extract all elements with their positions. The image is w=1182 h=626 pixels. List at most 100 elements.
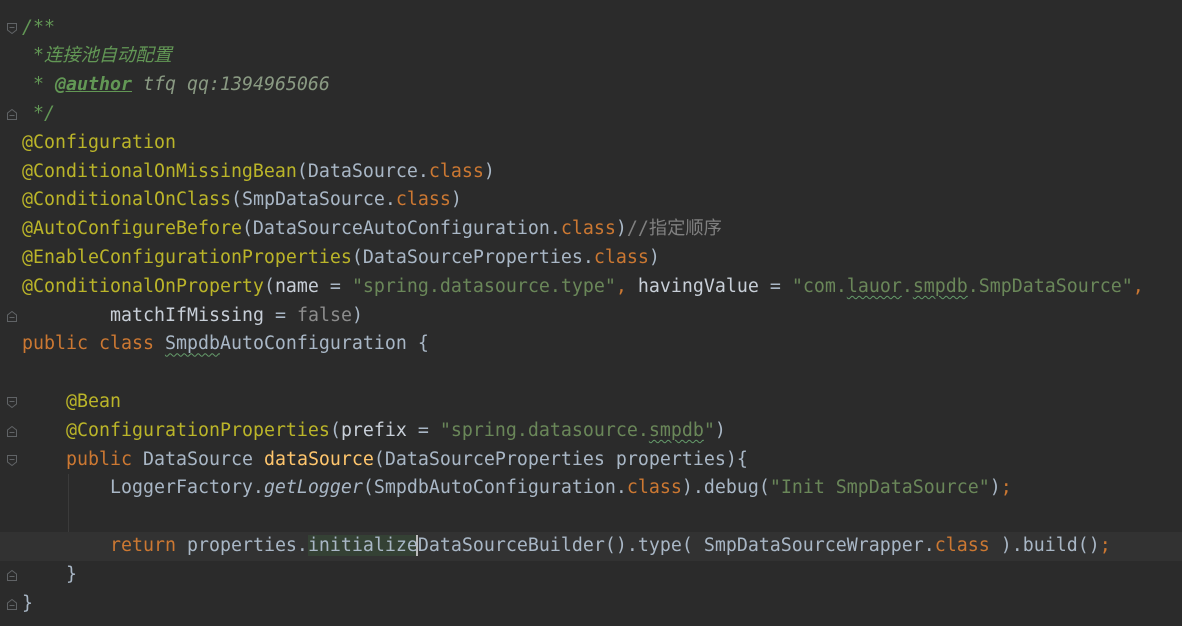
code-line-text[interactable]: @Bean [22,388,121,417]
code-token[interactable]: smpdb [913,276,968,297]
code-line-text[interactable]: @ConditionalOnProperty(name = "spring.da… [22,273,1144,302]
code-token[interactable]: class [935,535,990,556]
code-token[interactable]: (DataSourceProperties properties){ [374,449,748,470]
code-token[interactable]: (DataSource. [297,161,429,182]
code-token[interactable]: "spring.datasource.type" [352,276,616,297]
code-token[interactable]: ).debug( [682,477,770,498]
code-token[interactable]: tfq qq:1394965066 [132,74,330,95]
code-line-text[interactable]: public class SmpdbAutoConfiguration { [22,330,429,359]
code-token[interactable]: } [22,564,77,585]
code-line-text[interactable]: @Configuration [22,129,176,158]
code-token[interactable] [22,535,110,556]
code-token[interactable] [88,333,99,354]
code-token[interactable]: = [407,420,440,441]
code-token[interactable]: class [429,161,484,182]
fold-end-icon[interactable] [7,425,17,437]
code-line-text[interactable]: } [22,561,77,590]
code-token[interactable]: (DataSourceProperties. [352,247,594,268]
code-line[interactable]: @EnableConfigurationProperties(DataSourc… [0,244,1182,273]
code-token[interactable]: } [22,593,33,614]
code-token[interactable]: DataSourceBuilder [418,535,605,556]
code-token[interactable]: LoggerFactory. [22,477,264,498]
fold-end-icon[interactable] [7,310,17,322]
code-token[interactable]: @ConditionalOnProperty [22,276,264,297]
code-line-text[interactable]: matchIfMissing = false) [22,302,363,331]
code-token[interactable]: DataSource [132,449,264,470]
code-token[interactable]: @AutoConfigureBefore [22,218,242,239]
code-token[interactable] [627,276,638,297]
code-token[interactable]: "spring.datasource. [440,420,649,441]
fold-start-icon[interactable] [7,396,17,408]
code-line-text[interactable]: } [22,590,33,619]
code-token[interactable] [22,420,66,441]
code-token[interactable]: "com. [792,276,847,297]
code-token[interactable]: properties. [176,535,308,556]
code-line-text[interactable]: return properties.initializeDataSourceBu… [22,532,1111,561]
code-line[interactable]: * @author tfq qq:1394965066 [0,71,1182,100]
code-token[interactable]: class [99,333,154,354]
code-line[interactable]: @Configuration [0,129,1182,158]
code-token[interactable]: * [22,74,55,95]
code-line-text[interactable]: /** [22,14,55,43]
code-token[interactable]: (SmpDataSource. [231,189,396,210]
code-line-text[interactable]: public DataSource dataSource(DataSourceP… [22,446,748,475]
code-token[interactable]: public [66,449,132,470]
code-line[interactable]: */ [0,100,1182,129]
code-line[interactable]: } [0,561,1182,590]
code-token[interactable]: ().type( SmpDataSourceWrapper. [605,535,935,556]
code-token[interactable]: ( [330,420,341,441]
code-token[interactable]: lauor [847,276,902,297]
code-token[interactable]: class [561,218,616,239]
code-token[interactable]: .SmpDataSource" [968,276,1133,297]
code-token[interactable]: class [594,247,649,268]
code-line-text[interactable]: @ConditionalOnClass(SmpDataSource.class) [22,186,462,215]
code-line[interactable]: @ConditionalOnMissingBean(DataSource.cla… [0,158,1182,187]
code-token[interactable]: = [759,276,792,297]
code-token[interactable]: class [627,477,682,498]
code-area[interactable]: /** *连接池自动配置 * @author tfq qq:1394965066… [0,14,1182,619]
code-line[interactable]: @ConfigurationProperties(prefix = "sprin… [0,417,1182,446]
highlighted-identifier[interactable]: initialize [307,534,418,556]
code-token[interactable]: return [110,535,176,556]
code-token[interactable]: prefix [341,420,407,441]
code-line[interactable]: public class SmpdbAutoConfiguration { [0,330,1182,359]
code-token[interactable]: ) [451,189,462,210]
code-token[interactable] [22,391,66,412]
code-token[interactable]: ; [1100,535,1111,556]
code-line[interactable]: /** [0,14,1182,43]
code-token[interactable]: smpdb [649,420,704,441]
code-token[interactable]: = [264,305,297,326]
code-line[interactable]: matchIfMissing = false) [0,302,1182,331]
code-token[interactable]: @ConditionalOnMissingBean [22,161,297,182]
code-line-text[interactable]: *连接池自动配置 [22,42,172,71]
code-token[interactable]: /** [22,17,55,38]
code-token[interactable]: getLogger [264,477,363,498]
code-token[interactable]: ) [484,161,495,182]
code-line[interactable] [0,503,1182,532]
code-line[interactable]: @ConditionalOnClass(SmpDataSource.class) [0,186,1182,215]
code-token[interactable]: AutoConfiguration { [220,333,429,354]
code-token[interactable]: public [22,333,88,354]
code-token[interactable]: *连接池自动配置 [22,45,172,66]
code-token[interactable]: @author [55,74,132,95]
code-token[interactable]: ) [616,218,627,239]
code-token[interactable]: , [616,276,627,297]
code-line-text[interactable]: @AutoConfigureBefore(DataSourceAutoConfi… [22,215,722,244]
code-line[interactable]: @AutoConfigureBefore(DataSourceAutoConfi… [0,215,1182,244]
fold-end-icon[interactable] [7,569,17,581]
code-token[interactable]: */ [22,103,55,124]
code-token[interactable]: ) [715,420,726,441]
code-line-current[interactable]: return properties.initializeDataSourceBu… [0,531,1182,561]
code-token[interactable]: "Init SmpDataSource" [770,477,990,498]
code-token[interactable]: ; [1001,477,1012,498]
code-token[interactable]: name [275,276,319,297]
code-token[interactable]: dataSource [264,449,374,470]
code-token[interactable]: ) [649,247,660,268]
code-token[interactable]: ( [264,276,275,297]
code-token[interactable] [22,305,110,326]
code-line[interactable] [0,359,1182,388]
code-token[interactable] [22,449,66,470]
code-token[interactable] [154,333,165,354]
code-token[interactable]: @EnableConfigurationProperties [22,247,352,268]
code-line[interactable]: @ConditionalOnProperty(name = "spring.da… [0,273,1182,302]
